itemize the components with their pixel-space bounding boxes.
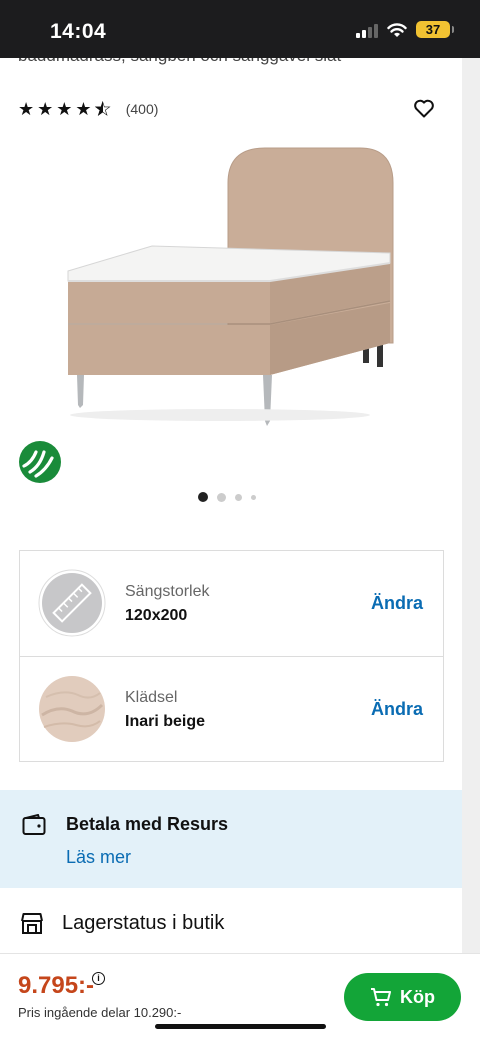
price-note: Pris ingående delar 10.290:- [18,1005,182,1020]
carousel-dot[interactable] [251,494,256,500]
cart-icon [371,988,391,1007]
change-fabric-button[interactable]: Ändra [371,699,423,720]
star-icon: ★ [56,99,73,119]
resurs-payment-banner: Betala med Resurs Läs mer [0,790,462,888]
fabric-swatch-icon [39,676,105,742]
option-value: Inari beige [125,713,206,730]
star-icon: ★ [37,99,54,119]
star-icon: ★ [18,99,35,119]
rating[interactable]: ★ ★ ★ ★ ★ (400) [18,99,159,119]
carousel-dot[interactable] [217,492,226,502]
rating-count: (400) [125,101,159,117]
carousel-dot[interactable] [235,493,242,501]
buy-button[interactable]: Köp [344,973,461,1021]
bed-size-icon [38,569,106,637]
wifi-icon [387,22,407,37]
status-icons: 37 [356,21,454,38]
change-size-button[interactable]: Ändra [371,593,423,614]
buy-label: Köp [400,986,435,1007]
wallet-icon [22,814,46,835]
app-screen: 14:04 37 bäddmadrass, sängben och sängga… [0,0,480,1039]
stock-label: Lagerstatus i butik [62,912,225,934]
option-label: Sängstorlek [125,583,210,600]
scroll-track [462,58,480,953]
product-options: Sängstorlek 120x200 Ändra Klädsel Inari … [19,550,444,762]
option-bed-size[interactable]: Sängstorlek 120x200 Ändra [20,551,443,656]
home-indicator[interactable] [155,1024,326,1029]
product-content[interactable]: bäddmadrass, sängben och sänggavel slät … [0,58,462,953]
star-icon: ★ [75,99,92,119]
battery-icon: 37 [416,21,454,38]
carousel-dot-active[interactable] [198,492,208,502]
resurs-title: Betala med Resurs [66,814,229,834]
price: 9.795:- [18,972,95,999]
status-time: 14:04 [50,20,107,43]
product-image[interactable] [60,143,400,438]
read-more-link[interactable]: Läs mer [66,847,131,868]
eco-label-icon [19,441,61,483]
signal-icon [356,22,378,38]
half-star-icon: ★ [94,99,111,119]
store-stock-row[interactable]: Lagerstatus i butik [0,888,462,953]
favorite-heart-icon[interactable] [412,96,436,120]
option-fabric[interactable]: Klädsel Inari beige Ändra [20,656,443,761]
image-carousel-dots[interactable] [198,492,256,502]
store-icon [21,913,43,934]
status-bar: 14:04 37 [0,0,480,58]
info-icon[interactable]: i [92,972,105,985]
product-subtitle: bäddmadrass, sängben och sänggavel slät [18,58,341,66]
option-value: 120x200 [125,607,188,624]
purchase-bar: 9.795:- i Pris ingående delar 10.290:- K… [0,953,480,1039]
option-label: Klädsel [125,689,178,706]
